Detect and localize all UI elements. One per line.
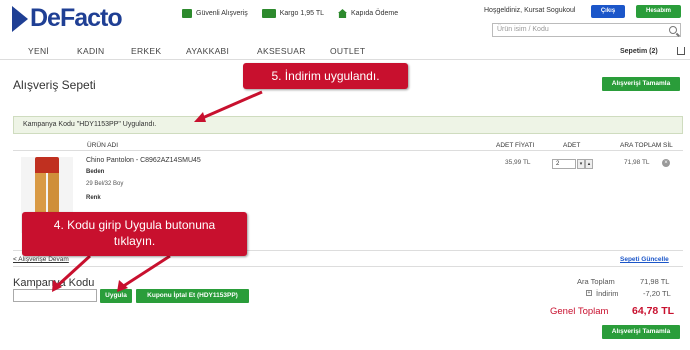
callout-step5: 5. İndirim uygulandı. [243,63,408,89]
callout-step4-line2: tıklayın. [113,234,156,248]
arrow-step4-button [121,254,171,289]
callout-step4-line1: 4. Kodu girip Uygula butonuna [53,218,216,232]
callout-step4: 4. Kodu girip Uygula butonuna tıklayın. [22,212,247,256]
arrow-step4-input [54,254,92,289]
arrow-step5-head [194,112,206,122]
arrow-step4-button-head [117,280,128,292]
arrow-step5 [199,90,263,121]
annotation-arrows [52,90,263,292]
